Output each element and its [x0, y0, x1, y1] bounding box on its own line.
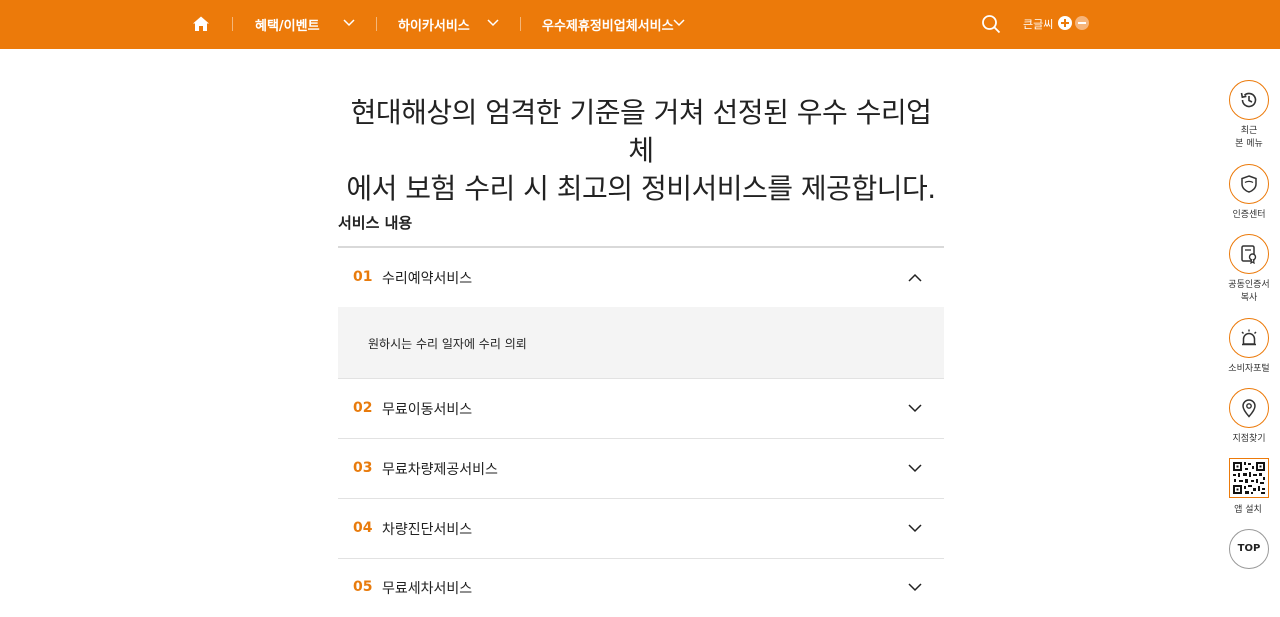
history-icon — [1240, 92, 1257, 108]
accordion-item-05[interactable]: 05 무료세차서비스 — [338, 558, 944, 617]
location-pin-icon — [1242, 399, 1256, 418]
cert-copy-button[interactable] — [1229, 234, 1269, 274]
nav-item-benefits-events[interactable]: 혜택/이벤트 — [255, 15, 320, 34]
accordion-item-02[interactable]: 02 무료이동서비스 — [338, 379, 944, 439]
accordion-number: 04 — [353, 520, 373, 536]
chevron-down-icon[interactable] — [908, 404, 922, 413]
quick-menu-label: 최근 본 메뉴 — [1235, 126, 1263, 149]
accordion-number: 01 — [353, 269, 373, 285]
headline-line-1: 현대해상의 엄격한 기준을 거쳐 선정된 우수 수리업체 — [350, 96, 932, 167]
nav-divider — [520, 17, 521, 31]
accordion-item-01[interactable]: 01 수리예약서비스 — [338, 248, 944, 308]
chevron-down-icon[interactable] — [343, 19, 355, 27]
accordion-title: 무료이동서비스 — [382, 402, 473, 418]
nav-divider — [376, 17, 377, 31]
accordion-panel-01: 원하시는 수리 일자에 수리 의뢰 — [338, 307, 944, 379]
home-icon[interactable] — [192, 15, 210, 33]
accordion-item-03[interactable]: 03 무료차량제공서비스 — [338, 439, 944, 499]
consumer-portal-button[interactable] — [1229, 318, 1269, 358]
search-icon[interactable] — [981, 14, 1001, 34]
qr-code-icon — [1233, 462, 1265, 494]
quick-menu-label: 공동인증서 복사 — [1228, 280, 1270, 303]
accordion-number: 02 — [353, 400, 373, 416]
quick-menu-label: 지점찾기 — [1232, 434, 1266, 444]
accordion-title: 무료세차서비스 — [382, 581, 473, 597]
scroll-top-button[interactable]: TOP — [1229, 529, 1269, 569]
accordion-title: 무료차량제공서비스 — [382, 462, 498, 478]
quick-menu-branch-finder[interactable]: 지점찾기 — [1226, 388, 1272, 450]
nav-item-partner-repair-service[interactable]: 우수제휴정비업체서비스 — [542, 15, 674, 34]
chevron-down-icon[interactable] — [908, 583, 922, 592]
font-size-decrease-button[interactable] — [1075, 16, 1089, 30]
nav-divider — [232, 17, 233, 31]
quick-menu-cert-copy[interactable]: 공동인증서 복사 — [1226, 234, 1272, 309]
quick-menu-label: 인증센터 — [1232, 210, 1266, 220]
alarm-bell-icon — [1241, 329, 1257, 346]
quick-menu-auth-center[interactable]: 인증센터 — [1226, 164, 1272, 226]
font-size-increase-button[interactable] — [1058, 16, 1072, 30]
quick-menu-consumer-portal[interactable]: 소비자포털 — [1226, 318, 1272, 380]
font-size-label: 큰글씨 — [1023, 18, 1054, 31]
accordion-number: 05 — [353, 579, 373, 595]
certificate-icon — [1241, 245, 1257, 264]
branch-finder-button[interactable] — [1229, 388, 1269, 428]
quick-menu-label: 소비자포털 — [1228, 364, 1270, 374]
headline-line-2: 에서 보험 수리 시 최고의 정비서비스를 제공합니다. — [346, 172, 936, 205]
accordion-item-04[interactable]: 04 차량진단서비스 — [338, 499, 944, 559]
chevron-up-icon[interactable] — [908, 273, 922, 282]
top-nav-bar: 혜택/이벤트 하이카서비스 우수제휴정비업체서비스 큰글씨 — [0, 0, 1280, 49]
page-headline: 현대해상의 엄격한 기준을 거쳐 선정된 우수 수리업체 에서 보험 수리 시 … — [338, 94, 944, 208]
chevron-down-icon[interactable] — [908, 524, 922, 533]
accordion-title: 차량진단서비스 — [382, 522, 473, 538]
auth-center-button[interactable] — [1229, 164, 1269, 204]
quick-menu-recent[interactable]: 최근 본 메뉴 — [1226, 80, 1272, 155]
shield-icon — [1241, 175, 1257, 193]
nav-item-hicar-service[interactable]: 하이카서비스 — [398, 15, 470, 34]
chevron-down-icon[interactable] — [673, 19, 685, 27]
accordion-panel-text: 원하시는 수리 일자에 수리 의뢰 — [368, 337, 527, 351]
app-install-qr-button[interactable] — [1229, 458, 1269, 498]
section-title: 서비스 내용 — [338, 214, 413, 232]
accordion-number: 03 — [353, 460, 373, 476]
accordion-title: 수리예약서비스 — [382, 271, 473, 287]
app-install-label: 앱 설치 — [1234, 505, 1262, 515]
chevron-down-icon[interactable] — [908, 464, 922, 473]
recent-menu-button[interactable] — [1229, 80, 1269, 120]
chevron-down-icon[interactable] — [487, 19, 499, 27]
